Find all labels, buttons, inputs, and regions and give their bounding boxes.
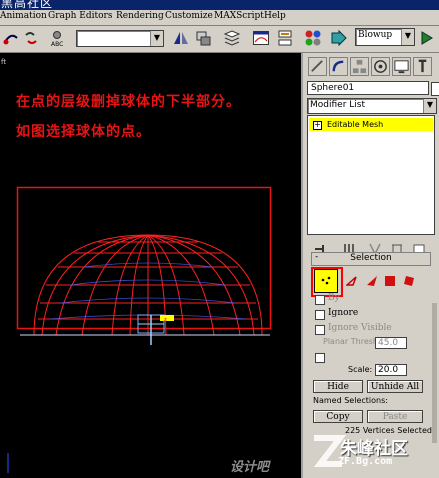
menu-rendering[interactable]: Rendering [116,11,164,21]
scale-value: 20.0 [378,365,399,375]
display-tab-icon[interactable] [392,57,411,76]
ignore-backfacing-checkbox[interactable] [315,310,325,320]
modify-tab-icon[interactable] [329,57,348,76]
show-normals-checkbox[interactable] [315,353,325,363]
layer-manager-icon[interactable] [223,29,241,47]
rollout-collapse-icon[interactable]: - [315,252,318,263]
paste-button[interactable]: Paste [367,410,423,423]
render-scene-icon[interactable] [330,29,348,47]
named-selection-sets-dropdown[interactable]: ▼ [76,30,164,47]
menu-customize[interactable]: Customize [165,11,213,21]
chevron-down-icon[interactable]: ▼ [401,29,414,45]
scale-label: Scale: [348,365,373,374]
utilities-tab-icon[interactable] [413,57,432,76]
object-name-value: Sphere01 [311,83,355,93]
planar-thresh-spinner[interactable]: 45.0 [375,337,407,349]
modifier-list-label: Modifier List [310,100,365,110]
face-level-icon[interactable] [366,275,378,287]
render-type-value: Blowup [358,30,393,40]
unlink-selection-icon[interactable] [22,29,40,47]
selection-rectangle [16,186,272,330]
object-color-swatch[interactable] [431,82,439,96]
create-tab-icon[interactable] [308,57,327,76]
object-name-field[interactable]: Sphere01 [307,81,429,95]
by-vertex-label: By [328,293,340,303]
element-level-icon[interactable] [403,275,415,287]
quick-render-icon[interactable] [418,29,436,47]
schematic-view-icon[interactable] [276,29,294,47]
polygon-level-icon[interactable] [384,275,396,287]
title-bar: 黑高社区 [0,0,439,10]
hide-button[interactable]: Hide [313,380,363,393]
material-editor-icon[interactable] [304,29,322,47]
menu-animation[interactable]: Animation [0,11,47,21]
menu-maxscript[interactable]: MAXScript [214,11,264,21]
window-title: 黑高社区 [1,0,54,10]
svg-text:ABC: ABC [51,41,63,47]
selection-rollout-title: Selection [350,253,392,263]
planar-thresh-label: Planar Thresh [323,337,378,346]
modifier-stack[interactable]: + Editable Mesh [307,115,435,235]
select-and-link-icon[interactable] [2,29,20,47]
ignore-backfacing-label: Ignore [328,308,359,318]
stack-item-editable-mesh[interactable]: + Editable Mesh [309,118,433,131]
command-panel: Sphere01 Modifier List ▼ + Editable Mesh… [303,53,439,478]
mirror-icon[interactable] [172,29,190,47]
stack-item-label: Editable Mesh [327,120,384,129]
command-panel-tabs [303,55,439,77]
chevron-down-icon[interactable]: ▼ [423,99,436,113]
selection-rollout-header[interactable]: - Selection [311,252,431,266]
by-vertex-checkbox[interactable] [315,295,325,305]
curve-editor-icon[interactable] [252,29,270,47]
use-pivot-point-icon[interactable]: ABC [50,29,68,47]
viewport-canvas: z [7,186,272,473]
edge-level-icon[interactable] [346,275,358,287]
menu-help[interactable]: Help [264,11,286,21]
perspective-viewport[interactable]: ft 在点的层级删掉球体的下半部分。 如图选择球体的点。 z [0,53,303,478]
chevron-down-icon[interactable]: ▼ [150,31,163,46]
ignore-visible-checkbox[interactable] [315,325,325,335]
render-type-dropdown[interactable]: Blowup ▼ [355,28,415,46]
menu-bar: Animation Graph Editors Rendering Custom… [0,10,439,26]
menu-graph-editors[interactable]: Graph Editors [48,11,112,21]
main-toolbar: ABC ▼ Blowup ▼ [0,26,439,53]
planar-thresh-value: 45.0 [378,338,399,348]
copy-button[interactable]: Copy [313,410,363,423]
hierarchy-tab-icon[interactable] [350,57,369,76]
sphere-wireframe [33,234,263,336]
modifier-list-dropdown[interactable]: Modifier List ▼ [307,98,437,114]
expand-icon[interactable]: + [313,121,322,130]
watermark-url: ZF.Bg.com [338,456,393,467]
svg-text:z: z [164,317,167,323]
panel-scrollbar[interactable] [432,303,437,443]
motion-tab-icon[interactable] [371,57,390,76]
named-selections-label: Named Selections: [313,396,388,405]
watermark-left: 设计吧 [230,460,270,475]
unhide-all-button[interactable]: Unhide All [367,380,423,393]
scale-spinner[interactable]: 20.0 [375,364,407,376]
align-icon[interactable] [194,29,212,47]
ignore-visible-label: Ignore Visible [328,323,392,333]
